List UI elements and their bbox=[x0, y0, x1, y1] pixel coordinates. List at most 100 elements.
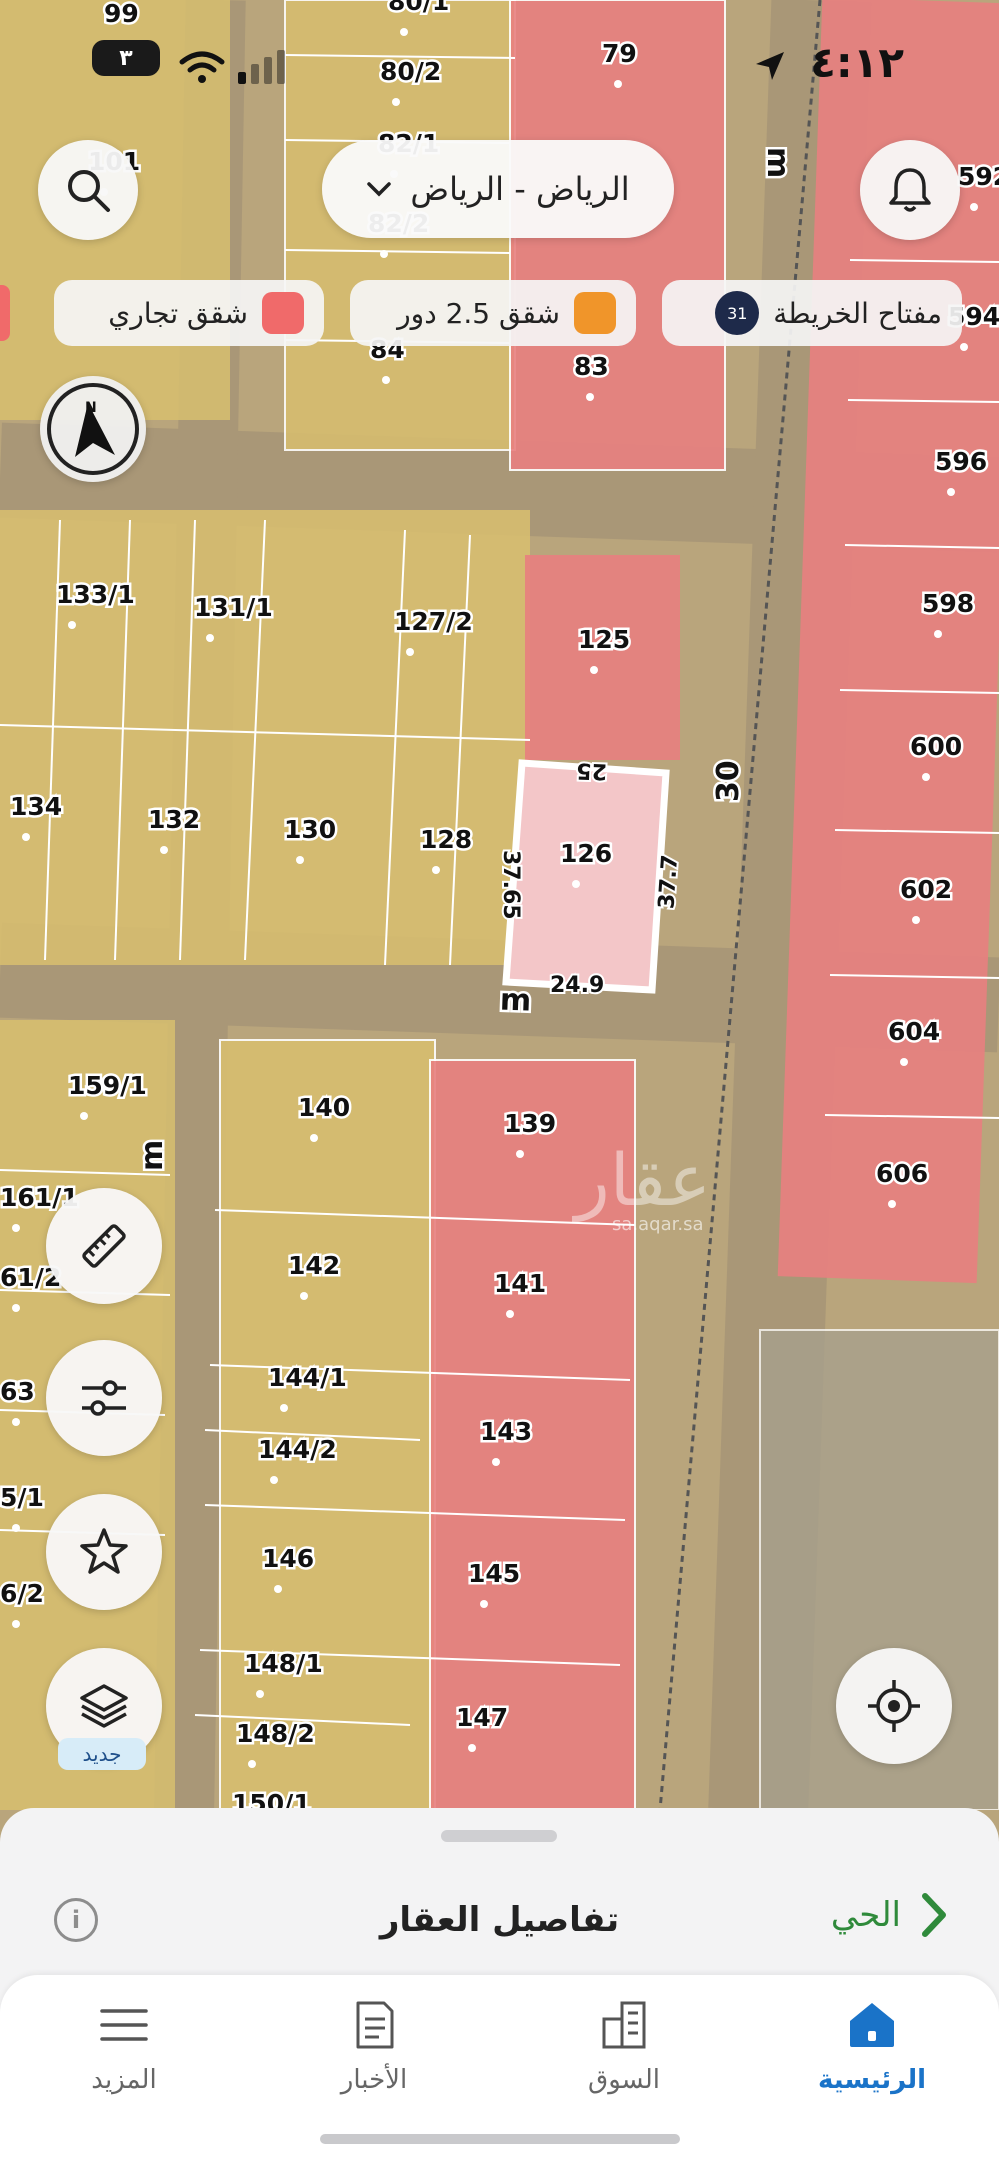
chip-overflow-indicator bbox=[0, 285, 10, 341]
ruler-icon bbox=[82, 1224, 126, 1268]
plot-label: 604 bbox=[888, 1017, 940, 1046]
street-label: 30 bbox=[711, 760, 746, 802]
plot-center-dot bbox=[970, 203, 978, 211]
plot-label: 141 bbox=[494, 1269, 546, 1298]
plot-label: 80/2 bbox=[380, 57, 441, 86]
plot-label: 606 bbox=[876, 1159, 928, 1188]
plot-center-dot bbox=[256, 1690, 264, 1698]
plot-label: 148/1 bbox=[244, 1649, 323, 1678]
tab-label: الأخبار bbox=[340, 2065, 408, 2095]
chevron-down-icon bbox=[367, 182, 392, 197]
plot-label: 63 bbox=[0, 1377, 35, 1406]
city-label: الرياض - الرياض bbox=[410, 170, 630, 208]
dimension-label: 37.7 bbox=[654, 854, 683, 910]
plot-center-dot bbox=[392, 98, 400, 106]
plot-center-dot bbox=[310, 1134, 318, 1142]
tab-market[interactable]: السوق bbox=[524, 1975, 724, 2125]
plot-center-dot bbox=[492, 1458, 500, 1466]
my-location-button[interactable] bbox=[836, 1648, 952, 1764]
home-indicator bbox=[320, 2134, 680, 2144]
wifi-icon bbox=[179, 51, 225, 83]
search-icon bbox=[68, 170, 110, 212]
new-badge: جديد bbox=[58, 1738, 146, 1770]
plot-center-dot bbox=[934, 630, 942, 638]
plot-label: 600 bbox=[910, 732, 962, 761]
watermark-logo: عقار bbox=[572, 1138, 711, 1223]
plot-center-dot bbox=[382, 376, 390, 384]
tab-label: المزيد bbox=[91, 2065, 157, 2095]
neighborhood-link[interactable]: الحي bbox=[831, 1890, 949, 1940]
layers-icon bbox=[80, 1684, 128, 1728]
home-icon bbox=[850, 2003, 894, 2047]
plot-label: 147 bbox=[456, 1703, 508, 1732]
bell-icon bbox=[889, 168, 931, 212]
plot-label: 144/1 bbox=[268, 1363, 347, 1392]
plot-center-dot bbox=[12, 1224, 20, 1232]
plot-center-dot bbox=[12, 1620, 20, 1628]
city-selector[interactable]: الرياض - الرياض bbox=[322, 140, 674, 238]
plot-label: 146 bbox=[262, 1544, 314, 1573]
plot-center-dot bbox=[80, 1112, 88, 1120]
plot-label: 132 bbox=[148, 805, 200, 834]
sheet-drag-handle[interactable] bbox=[441, 1830, 557, 1842]
dimension-label: 37.65 bbox=[498, 850, 523, 920]
tab-home[interactable]: الرئيسية bbox=[772, 1975, 972, 2125]
plot-center-dot bbox=[274, 1585, 282, 1593]
filter-chip-commercial-apartments[interactable]: شقق تجاري bbox=[54, 280, 324, 346]
street-label: m bbox=[760, 147, 795, 178]
plot-label: 598 bbox=[922, 589, 974, 618]
notifications-button[interactable] bbox=[860, 140, 960, 240]
compass-icon: N bbox=[47, 383, 139, 475]
plot-label: 592 bbox=[958, 162, 999, 191]
sliders-icon bbox=[82, 1380, 126, 1416]
orange-swatch-icon bbox=[574, 292, 616, 334]
filter-chip-apartments-2-5[interactable]: شقق 2.5 دور bbox=[350, 280, 636, 346]
plot-label: 139 bbox=[504, 1109, 556, 1138]
filter-chip-label: شقق 2.5 دور bbox=[397, 296, 560, 330]
tab-label: الرئيسية bbox=[817, 2065, 927, 2095]
plot-label: 131/1 bbox=[194, 593, 273, 622]
plot-center-dot bbox=[270, 1476, 278, 1484]
plot-center-dot bbox=[468, 1744, 476, 1752]
tab-more[interactable]: المزيد bbox=[24, 1975, 224, 2125]
plot-center-dot bbox=[480, 1600, 488, 1608]
plot-label: 142 bbox=[288, 1251, 340, 1280]
measure-button[interactable] bbox=[46, 1188, 162, 1304]
plot-label: 148/2 bbox=[236, 1719, 315, 1748]
svg-text:N: N bbox=[85, 400, 97, 416]
plot-center-dot bbox=[12, 1418, 20, 1426]
dimension-label: 25 bbox=[576, 757, 607, 783]
plot-center-dot bbox=[296, 856, 304, 864]
plot-center-dot bbox=[68, 621, 76, 629]
filters-button[interactable] bbox=[46, 1340, 162, 1456]
chevron-right-icon bbox=[922, 1893, 946, 1937]
plot-center-dot bbox=[590, 666, 598, 674]
location-arrow-icon bbox=[756, 52, 784, 80]
tab-news[interactable]: الأخبار bbox=[274, 1975, 474, 2125]
tab-label: السوق bbox=[588, 2065, 660, 2095]
map-key-badge: 31 bbox=[715, 291, 760, 335]
search-button[interactable] bbox=[38, 140, 138, 240]
plot-label: 80/1 bbox=[388, 0, 449, 16]
plot-center-dot bbox=[960, 343, 968, 351]
plot-center-dot bbox=[248, 1760, 256, 1768]
neighborhood-label: الحي bbox=[830, 1895, 901, 1935]
plot-label: 6/2 bbox=[0, 1579, 44, 1608]
plot-center-dot bbox=[614, 80, 622, 88]
buildings-icon bbox=[602, 2001, 646, 2049]
plot-label: 79 bbox=[602, 39, 637, 68]
map-key-chip[interactable]: مفتاح الخريطة 31 bbox=[662, 280, 962, 346]
plot-center-dot bbox=[572, 880, 580, 888]
plot-label: 126 bbox=[560, 839, 612, 868]
plot-label: 5/1 bbox=[0, 1483, 44, 1512]
favorites-button[interactable] bbox=[46, 1494, 162, 1610]
compass-button[interactable]: N bbox=[40, 376, 146, 482]
plot-center-dot bbox=[280, 1404, 288, 1412]
battery-level: ٣ bbox=[119, 45, 133, 71]
plot-label: 143 bbox=[480, 1417, 532, 1446]
plot-center-dot bbox=[160, 846, 168, 854]
plot-center-dot bbox=[406, 648, 414, 656]
plot-label: 602 bbox=[900, 875, 952, 904]
dimension-label: 24.9 bbox=[550, 973, 604, 998]
street-label: m bbox=[499, 982, 531, 1018]
